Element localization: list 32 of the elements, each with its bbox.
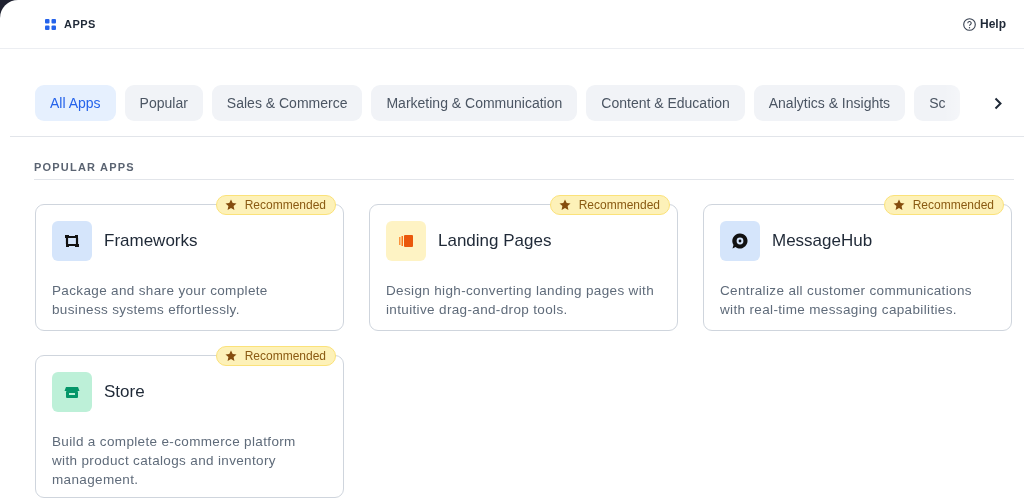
category-tab[interactable]: All Apps: [35, 85, 116, 121]
scroll-right-button[interactable]: [994, 96, 1002, 110]
recommended-badge: Recommended: [215, 195, 336, 215]
recommended-badge: Recommended: [883, 195, 1004, 215]
category-tab[interactable]: Sc: [914, 85, 961, 121]
app-name: MessageHub: [772, 231, 873, 251]
chat-icon: [731, 232, 749, 250]
star-icon: [892, 199, 905, 211]
app-name: Landing Pages: [438, 231, 552, 251]
app-description: Centralize all customer communications with real-time messaging capabilities.: [720, 282, 973, 319]
category-tab[interactable]: Analytics & Insights: [753, 85, 906, 121]
category-tab[interactable]: Marketing & Communication: [371, 85, 578, 121]
category-tab[interactable]: Popular: [124, 85, 203, 121]
app-name: Frameworks: [104, 231, 198, 251]
help-icon: [963, 17, 976, 31]
app-description: Build a complete e-commerce platform with product catalogs and inventory management.: [52, 433, 297, 489]
app-description: Package and share your complete business systems effortlessly.: [52, 282, 269, 319]
app-description: Design high-converting landing pages with intuitive drag-and-drop tools.: [386, 282, 655, 319]
app-name: Store: [104, 382, 145, 402]
grid-icon: [45, 18, 56, 30]
category-tab[interactable]: Sales & Commerce: [211, 85, 363, 121]
section-title: POPULAR APPS: [34, 161, 1014, 180]
category-tab[interactable]: Content & Education: [586, 85, 745, 121]
pages-icon: [397, 232, 415, 250]
recommended-badge: Recommended: [549, 195, 670, 215]
recommended-badge: Recommended: [215, 346, 336, 366]
star-icon: [224, 350, 237, 362]
star-icon: [224, 199, 237, 211]
help-button[interactable]: Help: [963, 17, 1006, 31]
star-icon: [558, 199, 571, 211]
app-title: APPS: [64, 18, 96, 30]
chevron-right-icon: [994, 96, 1002, 110]
